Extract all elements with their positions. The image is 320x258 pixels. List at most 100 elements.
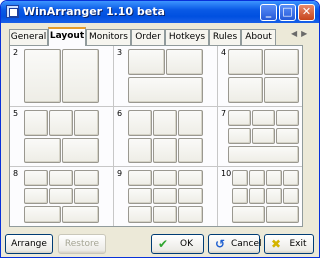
- layout-zone: [74, 188, 99, 204]
- ok-label: OK: [180, 239, 193, 249]
- layout-option-2[interactable]: 2: [10, 46, 113, 106]
- layout-number: 3: [117, 48, 123, 57]
- tab-general[interactable]: General: [9, 29, 48, 45]
- layout-zone: [24, 170, 48, 186]
- layout-option-9[interactable]: 9: [114, 167, 217, 226]
- layout-zone: [49, 188, 73, 204]
- layout-number: 6: [117, 109, 123, 118]
- layout-zone: [128, 110, 152, 136]
- layout-zone: [24, 206, 61, 223]
- layout-zone: [166, 49, 203, 75]
- layout-number: 5: [13, 109, 19, 118]
- layout-number: 7: [221, 109, 227, 118]
- layout-zone: [128, 49, 165, 75]
- layout-zone: [249, 188, 265, 204]
- layout-option-7[interactable]: 7: [218, 107, 304, 166]
- layout-zone: [24, 188, 48, 204]
- layout-zone: [128, 138, 152, 163]
- title-bar[interactable]: WinArranger 1.10 beta _ □ ✕: [1, 1, 319, 23]
- layout-zone: [153, 206, 177, 223]
- layout-option-8[interactable]: 8: [10, 167, 113, 226]
- layout-zone: [128, 206, 152, 223]
- window-title: WinArranger 1.10 beta: [23, 5, 165, 18]
- layout-number: 8: [13, 169, 19, 178]
- layout-zone: [252, 110, 275, 126]
- ok-button[interactable]: ✔ OK: [151, 234, 204, 254]
- layout-zone: [266, 170, 282, 186]
- tab-scroll-left-icon[interactable]: ◀: [291, 29, 301, 38]
- layout-zone: [276, 110, 299, 126]
- tab-layout[interactable]: Layout: [48, 27, 86, 46]
- layout-zone: [62, 49, 99, 103]
- exit-x-icon: ✖: [270, 237, 282, 251]
- layout-number: 4: [221, 48, 227, 57]
- layout-zone: [276, 128, 299, 144]
- layout-panel: 2 3 4 5 6 7 8 9 10: [9, 45, 303, 227]
- cancel-button[interactable]: ↺ Cancel: [208, 234, 262, 254]
- layout-zone: [228, 49, 263, 75]
- layout-option-6[interactable]: 6: [114, 107, 217, 166]
- layout-zone: [283, 188, 299, 204]
- tab-scroll-right-icon[interactable]: ▶: [301, 29, 311, 38]
- tab-strip: General Layout Monitors Order Hotkeys Ru…: [9, 27, 311, 46]
- layout-zone: [62, 206, 99, 223]
- layout-zone: [153, 170, 177, 186]
- layout-zone: [252, 128, 275, 144]
- main-window: WinArranger 1.10 beta _ □ ✕ General Layo…: [0, 0, 320, 258]
- layout-zone: [228, 146, 299, 163]
- layout-zone: [232, 170, 248, 186]
- layout-zone: [283, 170, 299, 186]
- layout-zone: [228, 110, 251, 126]
- checkmark-icon: ✔: [157, 237, 169, 251]
- layout-zone: [228, 77, 263, 103]
- tab-order[interactable]: Order: [131, 29, 165, 45]
- minimize-button[interactable]: _: [260, 4, 277, 21]
- layout-zone: [128, 188, 152, 204]
- layout-zone: [24, 138, 61, 163]
- tab-rules[interactable]: Rules: [209, 29, 241, 45]
- exit-button[interactable]: ✖ Exit: [264, 234, 314, 254]
- layout-option-4[interactable]: 4: [218, 46, 304, 106]
- arrange-button[interactable]: Arrange: [5, 234, 53, 254]
- layout-zone: [49, 110, 73, 136]
- layout-zone: [74, 170, 99, 186]
- layout-zone: [178, 206, 203, 223]
- layout-zone: [266, 188, 282, 204]
- tab-hotkeys[interactable]: Hotkeys: [165, 29, 209, 45]
- layout-zone: [24, 49, 61, 103]
- layout-zone: [264, 77, 299, 103]
- layout-zone: [153, 138, 177, 163]
- layout-zone: [249, 170, 265, 186]
- layout-zone: [153, 110, 177, 136]
- layout-zone: [232, 188, 248, 204]
- tab-scroll-arrows: ◀▶: [291, 29, 311, 38]
- layout-number: 2: [13, 48, 19, 57]
- layout-zone: [178, 138, 203, 163]
- layout-option-3[interactable]: 3: [114, 46, 217, 106]
- layout-zone: [232, 206, 265, 223]
- cancel-icon: ↺: [214, 237, 226, 251]
- layout-zone: [153, 188, 177, 204]
- layout-zone: [266, 206, 299, 223]
- layout-number: 9: [117, 169, 123, 178]
- layout-zone: [178, 188, 203, 204]
- tab-monitors[interactable]: Monitors: [86, 29, 131, 45]
- maximize-button[interactable]: □: [279, 4, 296, 21]
- layout-zone: [128, 77, 203, 103]
- layout-option-5[interactable]: 5: [10, 107, 113, 166]
- layout-number: 10: [221, 169, 232, 178]
- layout-zone: [228, 128, 251, 144]
- layout-zone: [178, 110, 203, 136]
- layout-zone: [62, 138, 99, 163]
- layout-zone: [24, 110, 48, 136]
- layout-zone: [178, 170, 203, 186]
- cancel-label: Cancel: [231, 239, 262, 249]
- app-window-icon[interactable]: [6, 5, 19, 18]
- close-button[interactable]: ✕: [298, 4, 315, 21]
- layout-option-10[interactable]: 10: [218, 167, 304, 226]
- layout-zone: [264, 49, 299, 75]
- restore-button[interactable]: Restore: [58, 234, 106, 254]
- layout-zone: [49, 170, 73, 186]
- tab-about[interactable]: About: [241, 29, 276, 45]
- layout-zone: [128, 170, 152, 186]
